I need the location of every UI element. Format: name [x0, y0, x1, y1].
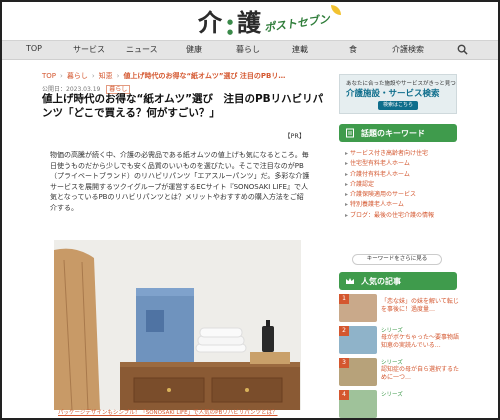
arrow-icon: ▸ — [345, 191, 349, 199]
keywords-header: 話題のキーワード — [339, 124, 457, 142]
ranking-series-tag: シリーズ — [381, 328, 403, 334]
page-frame: 介 ● ● 護 ポストセブン TOP サービス ニュース 健康 暮らし 連載 食 … — [0, 0, 500, 420]
keyword-label: 介護認定 — [350, 180, 375, 188]
banner-search-button[interactable]: 検索はこちら — [378, 101, 418, 110]
nav-item-top[interactable]: TOP — [26, 44, 42, 53]
keyword-label: 特別養護老人ホーム — [350, 201, 404, 209]
logo-kanji-kai: 介 — [198, 8, 223, 37]
keyword-label: 介護保険適用のサービス — [350, 191, 417, 199]
ranking-number: 2 — [339, 326, 349, 336]
keyword-list: ▸ サービス付き高齢者向け住宅 ▸ 住宅型有料老人ホーム ▸ 介護付有料老人ホーム ▸… — [345, 149, 460, 221]
ranking-number: 3 — [339, 358, 349, 368]
ranking-item[interactable]: 4 シリーズ — [339, 390, 459, 418]
ranking-series-tag: シリーズ — [381, 392, 403, 398]
breadcrumb-sep: › — [60, 72, 63, 80]
ranking-item[interactable]: 3 シリーズ 認知症の母が自ら選択するために一つ… — [339, 358, 459, 386]
ranking-item[interactable]: 2 シリーズ 母がボケちゃった～要事物語 知恵の実読んでいる… — [339, 326, 459, 354]
ranking-series-tag: シリーズ — [381, 360, 403, 366]
breadcrumb-wisdom[interactable]: 知恵 — [99, 72, 113, 80]
keywords-title: 話題のキーワード — [361, 129, 425, 138]
ranking-title: 人気の記事 — [361, 277, 401, 286]
keyword-label: ブログ：最後の住宅介護の情報 — [350, 211, 435, 219]
logo-leaf-icon — [331, 5, 341, 15]
document-icon — [346, 128, 354, 138]
nav-item-news[interactable]: ニュース — [126, 44, 158, 55]
nav-item-health[interactable]: 健康 — [186, 44, 202, 55]
keyword-label: 介護付有料老人ホーム — [350, 170, 410, 178]
article-lead: 物価の高騰が続く中、介護の必需品である紙オムツの値上げも気になるところ。毎日使う… — [50, 151, 310, 212]
keyword-item[interactable]: ▸ 介護保険適用のサービス — [345, 190, 460, 200]
ranking-article-title: 認知症の母が自ら選択するために一つ… — [381, 366, 460, 381]
keyword-item[interactable]: ▸ サービス付き高齢者向け住宅 — [345, 149, 460, 159]
arrow-icon: ▸ — [345, 201, 349, 209]
arrow-icon: ▸ — [345, 211, 349, 219]
ranking-article-title: 「恋な妹」の妹を解いて転じを事後に！過度量… — [381, 298, 459, 313]
ranking-article-title: 母がボケちゃった～要事物語 知恵の実読んでいる… — [381, 334, 460, 349]
keyword-item[interactable]: ▸ 介護認定 — [345, 180, 460, 190]
global-nav: TOP サービス ニュース 健康 暮らし 連載 食 介護検索 — [2, 40, 498, 60]
nav-item-care-search[interactable]: 介護検索 — [392, 44, 424, 55]
article-photo — [54, 240, 301, 410]
nav-item-life[interactable]: 暮らし — [236, 44, 260, 55]
nav-item-food[interactable]: 食 — [349, 44, 357, 55]
crown-icon — [346, 278, 354, 284]
photo-caption[interactable]: パッケージデザインもシンプル！「SONOSAKI LIFE」で人気のPBリハビリ… — [58, 408, 278, 416]
keyword-label: 住宅型有料老人ホーム — [350, 160, 410, 168]
keyword-item[interactable]: ▸ 住宅型有料老人ホーム — [345, 159, 460, 169]
nav-item-service[interactable]: サービス — [73, 44, 105, 55]
banner-title: 介護施設・サービス検索 — [346, 89, 440, 99]
ranking-item[interactable]: 1 「恋な妹」の妹を解いて転じを事後に！過度量… — [339, 294, 459, 322]
breadcrumb-life[interactable]: 暮らし — [67, 72, 88, 80]
arrow-icon: ▸ — [345, 180, 349, 188]
logo-divider-dots: ● ● — [226, 18, 234, 36]
site-header: 介 ● ● 護 ポストセブン — [2, 2, 498, 40]
arrow-icon: ▸ — [345, 160, 349, 168]
breadcrumb: TOP › 暮らし › 知恵 › 値上げ時代のお得な“紙オムツ”選び 注目のPBリ… — [42, 71, 285, 81]
ranking-number: 1 — [339, 294, 349, 304]
breadcrumb-current: 値上げ時代のお得な“紙オムツ”選び 注目のPBリ… — [123, 72, 286, 80]
breadcrumb-sep: › — [91, 72, 95, 80]
site-logo[interactable]: 介 ● ● 護 ポストセブン — [198, 5, 341, 37]
pr-label: 【PR】 — [284, 132, 306, 140]
arrow-icon: ▸ — [345, 170, 349, 178]
article-title: 値上げ時代のお得な“紙オムツ”選び 注目のPBリハビリパンツ「どこで買える？何が… — [42, 93, 324, 119]
product-photo-illustration — [54, 240, 301, 410]
logo-post-seven: ポストセブン — [263, 12, 331, 35]
breadcrumb-top[interactable]: TOP — [42, 72, 56, 80]
banner-subtext: あなたに合った施設やサービスがきっと見つかる — [346, 81, 457, 87]
breadcrumb-sep: › — [116, 72, 120, 80]
logo-kanji-go: 護 — [237, 8, 262, 37]
more-keywords-button[interactable]: キーワードをさらに見る — [352, 254, 442, 265]
keyword-item[interactable]: ▸ ブログ：最後の住宅介護の情報 — [345, 211, 460, 221]
ranking-number: 4 — [339, 390, 349, 400]
search-icon[interactable] — [457, 44, 468, 55]
nav-item-series[interactable]: 連載 — [292, 44, 308, 55]
keyword-item[interactable]: ▸ 特別養護老人ホーム — [345, 200, 460, 210]
keyword-item[interactable]: ▸ 介護付有料老人ホーム — [345, 170, 460, 180]
arrow-icon: ▸ — [345, 150, 349, 157]
ranking-header: 人気の記事 — [339, 272, 457, 290]
care-search-banner[interactable]: あなたに合った施設やサービスがきっと見つかる 介護施設・サービス検索 検索はこち… — [339, 74, 457, 114]
keyword-label: サービス付き高齢者向け住宅 — [350, 150, 429, 157]
